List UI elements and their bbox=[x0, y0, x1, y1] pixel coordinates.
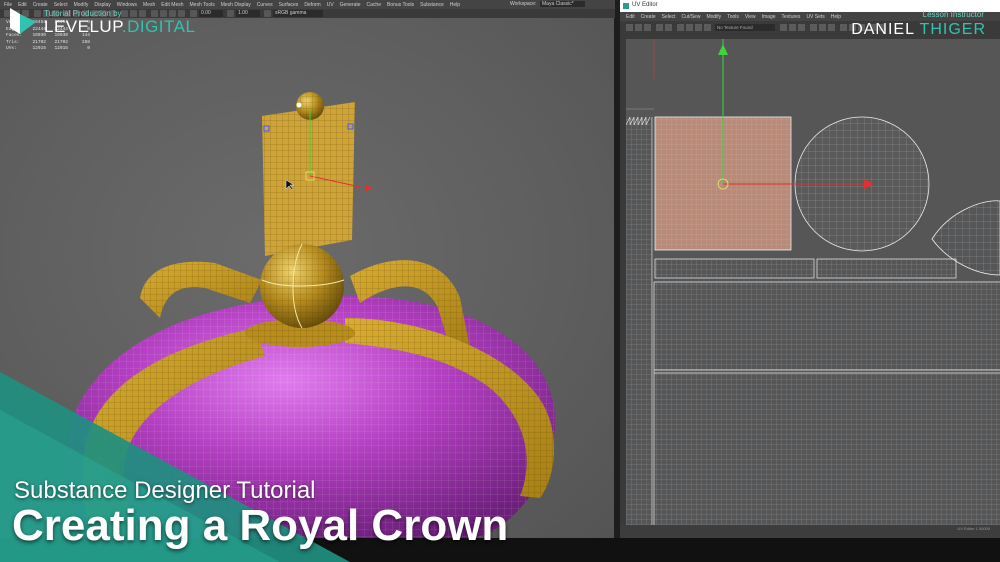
view-transform-select[interactable]: sRGB gamma bbox=[273, 10, 323, 17]
uv-tool-icon[interactable] bbox=[810, 24, 817, 31]
uv-tool-icon[interactable] bbox=[695, 24, 702, 31]
reference-plane bbox=[262, 102, 355, 256]
uv-set-selector[interactable]: No Texture Found bbox=[715, 24, 775, 31]
crown-model bbox=[64, 92, 556, 538]
uv-menu-view[interactable]: View bbox=[745, 14, 756, 20]
maya-app-icon bbox=[623, 3, 629, 9]
hud-row: UVs: 12015 12015 0 bbox=[6, 46, 90, 51]
tutorial-production-label: Tutorial Production by bbox=[44, 9, 122, 18]
uv-tool-icon[interactable] bbox=[840, 24, 847, 31]
uv-editor-title: UV Editor bbox=[632, 2, 658, 8]
screen: File Edit Create Select Modify Display W… bbox=[0, 0, 1000, 562]
tutorial-title: Creating a Royal Crown bbox=[12, 501, 509, 550]
uv-menu-edit[interactable]: Edit bbox=[626, 14, 635, 20]
uv-layout bbox=[626, 39, 1000, 525]
uv-menu-cut-sew[interactable]: Cut/Sew bbox=[682, 14, 701, 20]
perspective-viewport[interactable]: Verts:10454104540 Edges:22444224440 Face… bbox=[0, 18, 614, 538]
menu-deform[interactable]: Deform bbox=[304, 2, 320, 8]
uv-status-bar: UV Editor 1.00000 bbox=[620, 525, 1000, 538]
uv-canvas[interactable] bbox=[626, 39, 1000, 525]
uv-tool-icon[interactable] bbox=[644, 24, 651, 31]
uv-tool-icon[interactable] bbox=[626, 24, 633, 31]
uv-tool-icon[interactable] bbox=[635, 24, 642, 31]
menu-uv[interactable]: UV bbox=[327, 2, 334, 8]
exposure-field[interactable]: 0.00 bbox=[199, 10, 223, 17]
menu-surfaces[interactable]: Surfaces bbox=[279, 2, 299, 8]
uv-menu-help[interactable]: Help bbox=[831, 14, 841, 20]
uv-menu-modify[interactable]: Modify bbox=[706, 14, 721, 20]
uv-tool-icon[interactable] bbox=[780, 24, 787, 31]
uv-tool-icon[interactable] bbox=[665, 24, 672, 31]
uv-tool-icon[interactable] bbox=[656, 24, 663, 31]
uv-editor-window: UV Editor Edit Create Select Cut/Sew Mod… bbox=[620, 0, 1000, 538]
lesson-instructor-label: Lesson Instructor bbox=[922, 10, 984, 19]
menu-generate[interactable]: Generate bbox=[340, 2, 361, 8]
menu-help[interactable]: Help bbox=[450, 2, 460, 8]
menu-cache[interactable]: Cache bbox=[367, 2, 381, 8]
menu-substance[interactable]: Substance bbox=[420, 2, 444, 8]
uv-status-text: UV Editor 1.00000 bbox=[957, 526, 990, 531]
workspace-label: Workspace: bbox=[510, 1, 537, 7]
uv-tool-icon[interactable] bbox=[828, 24, 835, 31]
color-management-icon[interactable] bbox=[264, 10, 271, 17]
uv-tool-icon[interactable] bbox=[798, 24, 805, 31]
logo-wordmark: LEVELUP.DIGITAL bbox=[44, 16, 196, 36]
uv-menu-create[interactable]: Create bbox=[641, 14, 656, 20]
menu-bonus-tools[interactable]: Bonus Tools bbox=[387, 2, 414, 8]
gamma-icon[interactable] bbox=[227, 10, 234, 17]
instructor-name: DANIEL THIGER bbox=[851, 21, 986, 38]
uv-menu-textures[interactable]: Textures bbox=[782, 14, 801, 20]
uv-tool-icon[interactable] bbox=[677, 24, 684, 31]
uv-tool-icon[interactable] bbox=[789, 24, 796, 31]
menu-curves[interactable]: Curves bbox=[257, 2, 273, 8]
uv-menu-select[interactable]: Select bbox=[662, 14, 676, 20]
gamma-field[interactable]: 1.00 bbox=[236, 10, 260, 17]
uv-menu-tools[interactable]: Tools bbox=[727, 14, 739, 20]
instructor-credit: Lesson Instructor DANIEL THIGER bbox=[851, 10, 986, 39]
levelup-logo-icon bbox=[10, 8, 36, 34]
uv-tool-icon[interactable] bbox=[704, 24, 711, 31]
menu-mesh-display[interactable]: Mesh Display bbox=[221, 2, 251, 8]
workspace-selector[interactable]: Maya Classic* bbox=[540, 1, 585, 7]
uv-tool-icon[interactable] bbox=[819, 24, 826, 31]
uv-menu-image[interactable]: Image bbox=[762, 14, 776, 20]
uv-menu-uv-sets[interactable]: UV Sets bbox=[806, 14, 824, 20]
uv-tool-icon[interactable] bbox=[686, 24, 693, 31]
